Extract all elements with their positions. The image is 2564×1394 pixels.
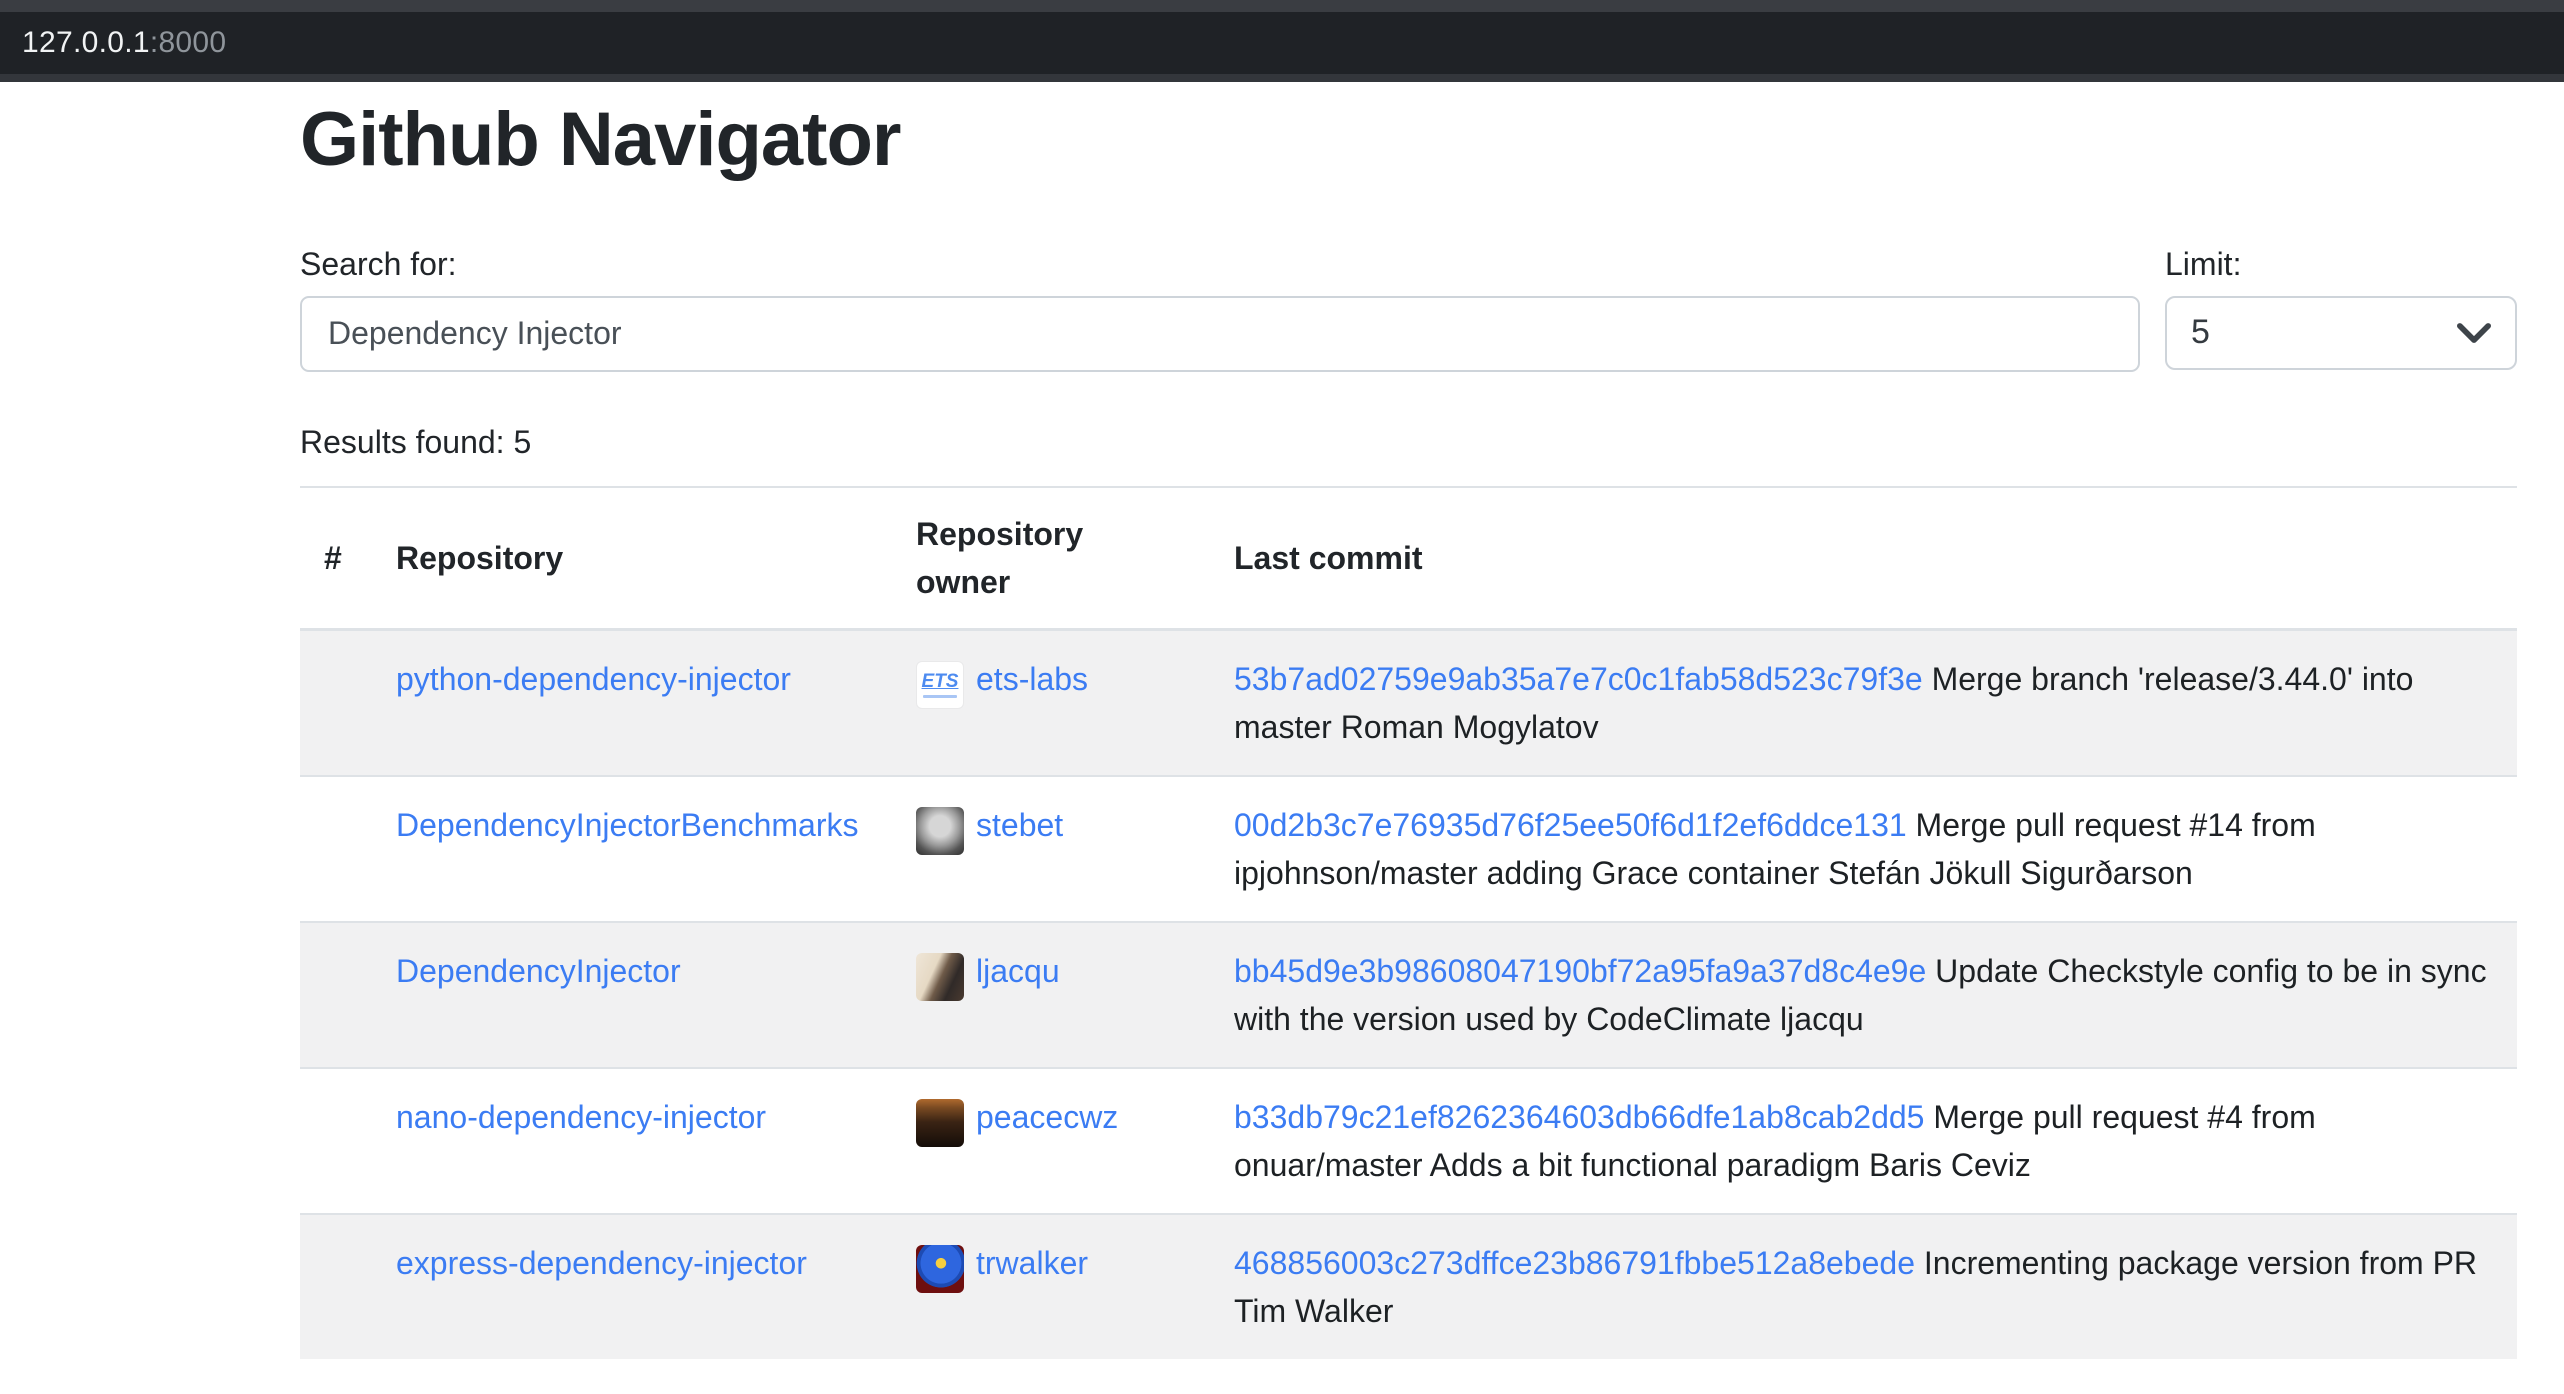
owner-cell: ETS ets-labs	[892, 629, 1210, 776]
table-row: nano-dependency-injector peacecwz b33db7…	[300, 1068, 2517, 1214]
table-header-commit: Last commit	[1210, 487, 2517, 630]
repository-link[interactable]: python-dependency-injector	[396, 661, 791, 697]
limit-selected-value: 5	[2191, 313, 2210, 352]
owner-link[interactable]: trwalker	[976, 1239, 1088, 1287]
index-cell	[300, 629, 372, 776]
browser-chrome: 127.0.0.1:8000	[0, 0, 2564, 82]
owner-link[interactable]: stebet	[976, 801, 1063, 849]
search-label: Search for:	[300, 240, 2140, 288]
commit-cell: bb45d9e3b98608047190bf72a95fa9a37d8c4e9e…	[1210, 922, 2517, 1068]
table-header-row: # Repository Repository owner Last commi…	[300, 487, 2517, 630]
owner-avatar	[916, 1245, 964, 1293]
repository-cell: express-dependency-injector	[372, 1214, 892, 1359]
page-title: Github Navigator	[300, 98, 2517, 182]
table-header-repository: Repository	[372, 487, 892, 630]
repository-cell: DependencyInjectorBenchmarks	[372, 776, 892, 922]
owner-cell: peacecwz	[892, 1068, 1210, 1214]
repositories-table: # Repository Repository owner Last commi…	[300, 486, 2517, 1359]
commit-hash-link[interactable]: bb45d9e3b98608047190bf72a95fa9a37d8c4e9e	[1234, 953, 1926, 989]
table-row: DependencyInjectorBenchmarks stebet 00d2…	[300, 776, 2517, 922]
owner-avatar: ETS	[916, 661, 964, 709]
page-content: Github Navigator Search for: Limit: 5 Re…	[0, 82, 2564, 1359]
repository-link[interactable]: DependencyInjector	[396, 953, 681, 989]
index-cell	[300, 1068, 372, 1214]
browser-tab-strip	[0, 0, 2564, 12]
commit-cell: 468856003c273dffce23b86791fbbe512a8ebede…	[1210, 1214, 2517, 1359]
repository-cell: DependencyInjector	[372, 922, 892, 1068]
commit-hash-link[interactable]: 468856003c273dffce23b86791fbbe512a8ebede	[1234, 1245, 1915, 1281]
commit-cell: 00d2b3c7e76935d76f25ee50f6d1f2ef6ddce131…	[1210, 776, 2517, 922]
commit-cell: 53b7ad02759e9ab35a7e7c0c1fab58d523c79f3e…	[1210, 629, 2517, 776]
chevron-down-icon	[2457, 322, 2491, 344]
repository-link[interactable]: DependencyInjectorBenchmarks	[396, 807, 858, 843]
search-form: Search for: Limit: 5	[300, 240, 2517, 372]
index-cell	[300, 1214, 372, 1359]
browser-address-bar[interactable]: 127.0.0.1:8000	[0, 12, 2564, 74]
owner-cell: ljacqu	[892, 922, 1210, 1068]
limit-label: Limit:	[2165, 240, 2517, 288]
owner-avatar	[916, 1099, 964, 1147]
commit-hash-link[interactable]: 00d2b3c7e76935d76f25ee50f6d1f2ef6ddce131	[1234, 807, 1907, 843]
table-row: DependencyInjector ljacqu bb45d9e3b98608…	[300, 922, 2517, 1068]
commit-cell: b33db79c21ef8262364603db66dfe1ab8cab2dd5…	[1210, 1068, 2517, 1214]
repository-cell: nano-dependency-injector	[372, 1068, 892, 1214]
commit-hash-link[interactable]: 53b7ad02759e9ab35a7e7c0c1fab58d523c79f3e	[1234, 661, 1923, 697]
owner-cell: stebet	[892, 776, 1210, 922]
limit-select[interactable]: 5	[2165, 296, 2517, 370]
owner-link[interactable]: ets-labs	[976, 655, 1088, 703]
url-host: 127.0.0.1	[22, 26, 150, 60]
owner-avatar	[916, 807, 964, 855]
search-field-group: Search for:	[300, 240, 2140, 372]
owner-link[interactable]: peacecwz	[976, 1093, 1118, 1141]
owner-avatar	[916, 953, 964, 1001]
table-header-owner: Repository owner	[892, 487, 1210, 630]
browser-chrome-divider	[0, 74, 2564, 82]
repository-link[interactable]: express-dependency-injector	[396, 1245, 807, 1281]
commit-hash-link[interactable]: b33db79c21ef8262364603db66dfe1ab8cab2dd5	[1234, 1099, 1924, 1135]
limit-field-group: Limit: 5	[2165, 240, 2517, 370]
repository-link[interactable]: nano-dependency-injector	[396, 1099, 766, 1135]
owner-cell: trwalker	[892, 1214, 1210, 1359]
repository-cell: python-dependency-injector	[372, 629, 892, 776]
owner-link[interactable]: ljacqu	[976, 947, 1060, 995]
table-header-index: #	[300, 487, 372, 630]
search-input[interactable]	[300, 296, 2140, 372]
index-cell	[300, 776, 372, 922]
results-count: Results found: 5	[300, 418, 2517, 466]
url-port: :8000	[150, 26, 227, 60]
index-cell	[300, 922, 372, 1068]
table-row: express-dependency-injector trwalker 468…	[300, 1214, 2517, 1359]
table-row: python-dependency-injector ETS ets-labs …	[300, 629, 2517, 776]
